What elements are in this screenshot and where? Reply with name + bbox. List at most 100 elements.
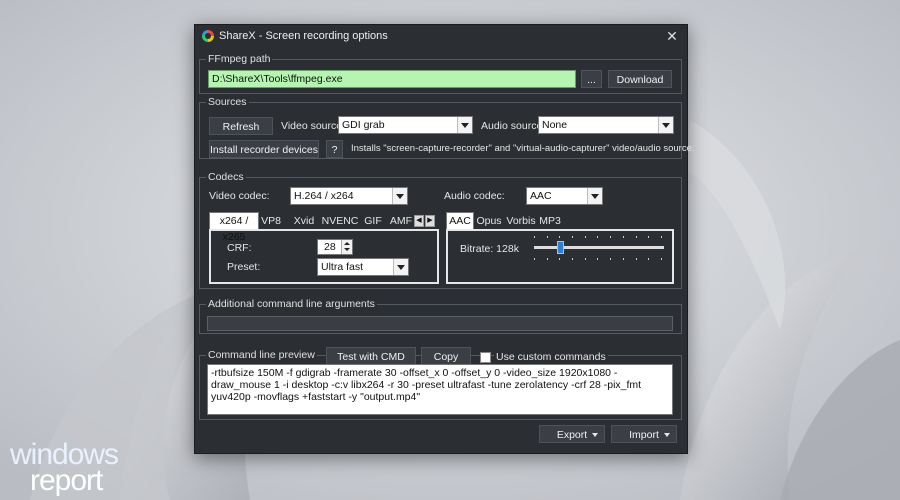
ffmpeg-path-group: FFmpeg path D:\ShareX\Tools\ffmpeg.exe .… bbox=[199, 53, 682, 94]
tab-vorbis[interactable]: Vorbis bbox=[506, 213, 536, 229]
copy-button[interactable]: Copy bbox=[421, 347, 471, 365]
tab-gif[interactable]: GIF bbox=[359, 213, 387, 229]
preset-select[interactable]: Ultra fast bbox=[317, 258, 409, 276]
tab-nvenc[interactable]: NVENC bbox=[321, 213, 359, 229]
slider-tick bbox=[572, 258, 574, 260]
bitrate-label: Bitrate: 128k bbox=[460, 243, 519, 255]
chevron-up-icon[interactable] bbox=[341, 240, 352, 247]
tab-aac[interactable]: AAC bbox=[446, 212, 474, 230]
slider-tick bbox=[622, 236, 624, 238]
help-button[interactable]: ? bbox=[326, 140, 343, 158]
tab-amf[interactable]: AMF bbox=[389, 213, 413, 229]
video-codec-value: H.264 / x264 bbox=[294, 190, 354, 202]
audio-source-label: Audio source: bbox=[481, 120, 546, 132]
scroll-left-button[interactable]: ◀ bbox=[414, 215, 424, 227]
video-source-select[interactable]: GDI grab bbox=[338, 116, 473, 134]
video-codec-label: Video codec: bbox=[209, 190, 270, 202]
video-codec-select[interactable]: H.264 / x264 bbox=[290, 187, 408, 205]
crf-label: CRF: bbox=[227, 242, 252, 254]
slider-tick bbox=[572, 236, 574, 238]
slider-tick bbox=[534, 236, 535, 238]
tab-opus[interactable]: Opus bbox=[476, 213, 502, 229]
chevron-down-icon bbox=[457, 117, 472, 133]
install-recorder-devices-button[interactable]: Install recorder devices bbox=[209, 140, 319, 158]
slider-tick bbox=[584, 258, 586, 260]
video-codec-tabs: x264 / x265 VP8 Xvid NVENC GIF AMF ◀ ▶ bbox=[209, 212, 439, 243]
watermark-logo: windows report bbox=[10, 440, 119, 496]
crf-stepper[interactable]: 28 bbox=[317, 239, 353, 255]
use-custom-commands-label: Use custom commands bbox=[494, 351, 608, 363]
chevron-left-icon: ◀ bbox=[416, 217, 422, 224]
slider-tick bbox=[635, 236, 637, 238]
slider-tick bbox=[546, 236, 548, 238]
audio-source-select[interactable]: None bbox=[538, 116, 674, 134]
video-codec-panel: CRF: 28 Preset: Ultra fast bbox=[209, 229, 439, 284]
codecs-group: Codecs Video codec: H.264 / x264 Audio c… bbox=[199, 171, 682, 289]
preset-value: Ultra fast bbox=[321, 261, 364, 273]
slider-tick bbox=[559, 258, 561, 260]
refresh-button[interactable]: Refresh bbox=[209, 117, 273, 135]
ffmpeg-path-input[interactable]: D:\ShareX\Tools\ffmpeg.exe bbox=[208, 70, 576, 88]
slider-tick bbox=[546, 258, 548, 260]
use-custom-commands-checkbox[interactable] bbox=[480, 352, 491, 363]
caret-down-icon bbox=[664, 433, 670, 437]
additional-args-legend: Additional command line arguments bbox=[206, 298, 377, 310]
tab-vp8[interactable]: VP8 bbox=[259, 213, 283, 229]
chevron-right-icon: ▶ bbox=[427, 217, 433, 224]
additional-args-input[interactable] bbox=[207, 316, 673, 331]
audio-codec-value: AAC bbox=[530, 190, 552, 202]
window-title: ShareX - Screen recording options bbox=[219, 30, 388, 42]
slider-tick bbox=[559, 236, 561, 238]
tab-x264[interactable]: x264 / x265 bbox=[209, 212, 259, 243]
slider-tick bbox=[648, 258, 650, 260]
export-button[interactable]: Export bbox=[539, 425, 605, 443]
slider-tick bbox=[597, 258, 599, 260]
audio-codec-panel: Bitrate: 128k bbox=[446, 229, 674, 284]
test-with-cmd-button[interactable]: Test with CMD bbox=[326, 347, 416, 365]
slider-tick bbox=[660, 258, 662, 260]
slider-tick bbox=[534, 258, 535, 260]
close-icon: ✕ bbox=[666, 28, 678, 44]
recording-options-window: ShareX - Screen recording options ✕ FFmp… bbox=[194, 24, 695, 454]
bitrate-slider-track[interactable] bbox=[534, 246, 664, 249]
slider-tick bbox=[584, 236, 586, 238]
slider-tick bbox=[635, 258, 637, 260]
additional-args-group: Additional command line arguments bbox=[199, 298, 682, 334]
slider-tick bbox=[610, 236, 612, 238]
tab-xvid[interactable]: Xvid bbox=[289, 213, 319, 229]
video-source-label: Video source: bbox=[281, 120, 346, 132]
video-source-value: GDI grab bbox=[342, 119, 385, 131]
import-label: Import bbox=[629, 429, 659, 441]
close-button[interactable]: ✕ bbox=[663, 27, 681, 45]
caret-down-icon bbox=[592, 433, 598, 437]
ffmpeg-path-legend: FFmpeg path bbox=[206, 53, 273, 65]
scroll-right-button[interactable]: ▶ bbox=[425, 215, 435, 227]
audio-source-value: None bbox=[542, 119, 568, 131]
title-bar[interactable]: ShareX - Screen recording options ✕ bbox=[195, 25, 687, 47]
install-description: Installs "screen-capture-recorder" and "… bbox=[351, 143, 695, 154]
audio-codec-label: Audio codec: bbox=[444, 190, 505, 202]
chevron-down-icon bbox=[392, 188, 407, 204]
slider-tick bbox=[660, 236, 662, 238]
chevron-down-icon[interactable] bbox=[341, 247, 352, 254]
crf-value: 28 bbox=[324, 241, 336, 253]
slider-ticks-bottom bbox=[534, 258, 662, 260]
sources-group: Sources Refresh Video source: GDI grab A… bbox=[199, 96, 695, 159]
import-button[interactable]: Import bbox=[611, 425, 677, 443]
slider-tick bbox=[648, 236, 650, 238]
slider-tick bbox=[622, 258, 624, 260]
slider-ticks-top bbox=[534, 236, 662, 238]
download-button[interactable]: Download bbox=[608, 70, 672, 88]
slider-tick bbox=[597, 236, 599, 238]
browse-button[interactable]: ... bbox=[581, 70, 602, 88]
sharex-logo-icon bbox=[202, 30, 214, 42]
command-preview-text[interactable]: -rtbufsize 150M -f gdigrab -framerate 30… bbox=[207, 364, 673, 415]
slider-tick bbox=[610, 258, 612, 260]
chevron-down-icon bbox=[393, 259, 408, 275]
tab-mp3[interactable]: MP3 bbox=[538, 213, 562, 229]
audio-codec-select[interactable]: AAC bbox=[526, 187, 603, 205]
bitrate-slider-thumb[interactable] bbox=[557, 241, 564, 254]
command-preview-group: Command line preview Test with CMD Copy … bbox=[199, 347, 682, 420]
codecs-legend: Codecs bbox=[206, 171, 246, 183]
chevron-down-icon bbox=[658, 117, 673, 133]
